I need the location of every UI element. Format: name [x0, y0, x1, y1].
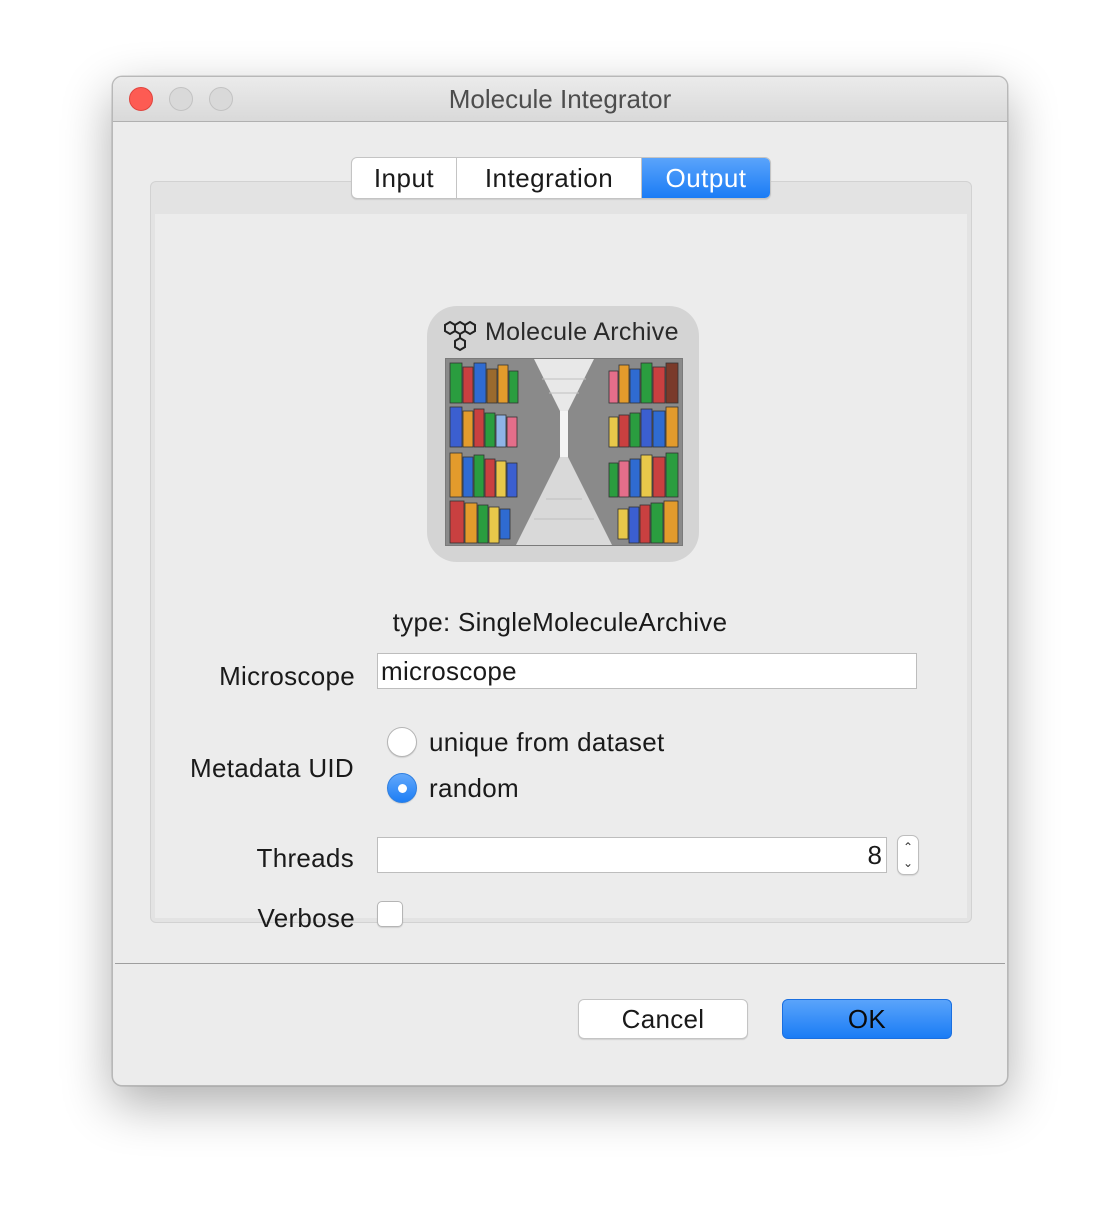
tab-bar: Input Integration Output	[351, 157, 771, 199]
molecule-integrator-dialog: Molecule Integrator Input Integration Ou…	[112, 76, 1008, 1086]
microscope-field[interactable]	[377, 653, 917, 689]
microscope-label: Microscope	[219, 661, 355, 691]
radio-button-checked[interactable]	[387, 773, 417, 803]
molecule-archive-logo: Molecule Archive	[427, 306, 699, 562]
archive-type-label: type: SingleMoleculeArchive	[392, 607, 728, 637]
stepper-down-icon[interactable]: ⌄	[898, 857, 918, 869]
radio-label-random: random	[429, 772, 519, 803]
dialog-content: Input Integration Output Molecule Archiv…	[115, 123, 1005, 964]
cancel-button[interactable]: Cancel	[578, 999, 748, 1039]
radio-button-unchecked[interactable]	[387, 727, 417, 757]
radio-unique-from-dataset[interactable]: unique from dataset	[387, 725, 665, 759]
radio-random[interactable]: random	[387, 771, 519, 805]
window-title: Molecule Integrator	[448, 84, 672, 114]
radio-label-unique: unique from dataset	[429, 726, 665, 757]
logo-title: Molecule Archive	[485, 318, 679, 346]
ok-button[interactable]: OK	[782, 999, 952, 1039]
threads-field[interactable]: 8	[377, 837, 887, 873]
verbose-checkbox[interactable]	[377, 901, 403, 927]
stepper-up-icon[interactable]: ⌃	[898, 841, 918, 853]
tab-input[interactable]: Input	[352, 158, 457, 198]
tab-output[interactable]: Output	[642, 158, 770, 198]
verbose-label: Verbose	[257, 903, 355, 933]
tab-integration[interactable]: Integration	[457, 158, 642, 198]
threads-label: Threads	[256, 843, 354, 873]
molecule-icon	[444, 320, 476, 352]
metadata-uid-label: Metadata UID	[189, 753, 354, 783]
threads-stepper[interactable]: ⌃ ⌄	[897, 835, 919, 875]
title-bar: Molecule Integrator	[113, 77, 1007, 122]
library-shelves-image	[445, 358, 683, 546]
